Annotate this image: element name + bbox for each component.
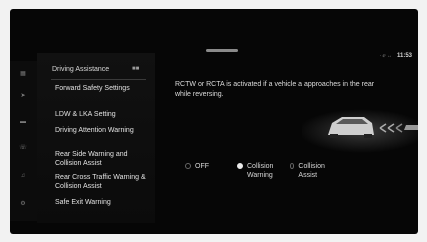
option-collision-warning[interactable]: Collision Warning [237,162,285,180]
menu-item-forward-safety[interactable]: Forward Safety Settings [55,84,151,93]
menu-divider [51,79,146,80]
settings-icon[interactable]: ⚙ [19,201,27,207]
menu-header-icon: ■■ [132,66,140,72]
radio-collision-warning[interactable] [237,163,243,169]
signal-indicators: · ⅇ ↔ [379,53,392,59]
radio-off[interactable] [185,163,191,169]
phone-icon[interactable]: ☏ [19,145,27,151]
media-icon[interactable]: ♫ [19,173,27,179]
menu-item-rear-side-warning[interactable]: Rear Side Warning and Collision Assist [55,150,151,168]
drag-handle[interactable] [206,49,238,52]
menu-header: Driving Assistance [52,66,110,73]
menu-item-ldw-lka[interactable]: LDW & LKA Setting [55,110,151,119]
grid-icon[interactable]: ▦ [19,71,27,77]
settings-menu: Driving Assistance ■■ Forward Safety Set… [37,53,155,223]
menu-item-safe-exit[interactable]: Safe Exit Warning [55,198,151,207]
navigation-icon[interactable]: ➤ [19,93,27,99]
option-collision-assist[interactable]: Collision Assist [290,162,326,180]
option-off[interactable]: OFF [185,162,209,171]
status-bar: · ⅇ ↔ 11:53 [379,53,412,59]
clock: 11:53 [396,53,412,59]
option-off-label: OFF [195,163,209,170]
car-icon[interactable]: ▬ [19,119,27,125]
option-collision-assist-label: Collision Assist [298,163,325,179]
infotainment-screen: · ⅇ ↔ 11:53 ▦ ➤ ▬ ☏ ♫ ⚙ Driving Assistan… [10,9,418,234]
left-icon-rail: ▦ ➤ ▬ ☏ ♫ ⚙ [10,61,37,221]
option-collision-warning-label: Collision Warning [247,163,274,179]
radio-collision-assist[interactable] [290,163,295,169]
menu-item-driving-attention[interactable]: Driving Attention Warning [55,126,151,135]
car-illustration [302,109,418,153]
menu-item-rear-cross-traffic[interactable]: Rear Cross Traffic Warning & Collision A… [55,173,151,191]
